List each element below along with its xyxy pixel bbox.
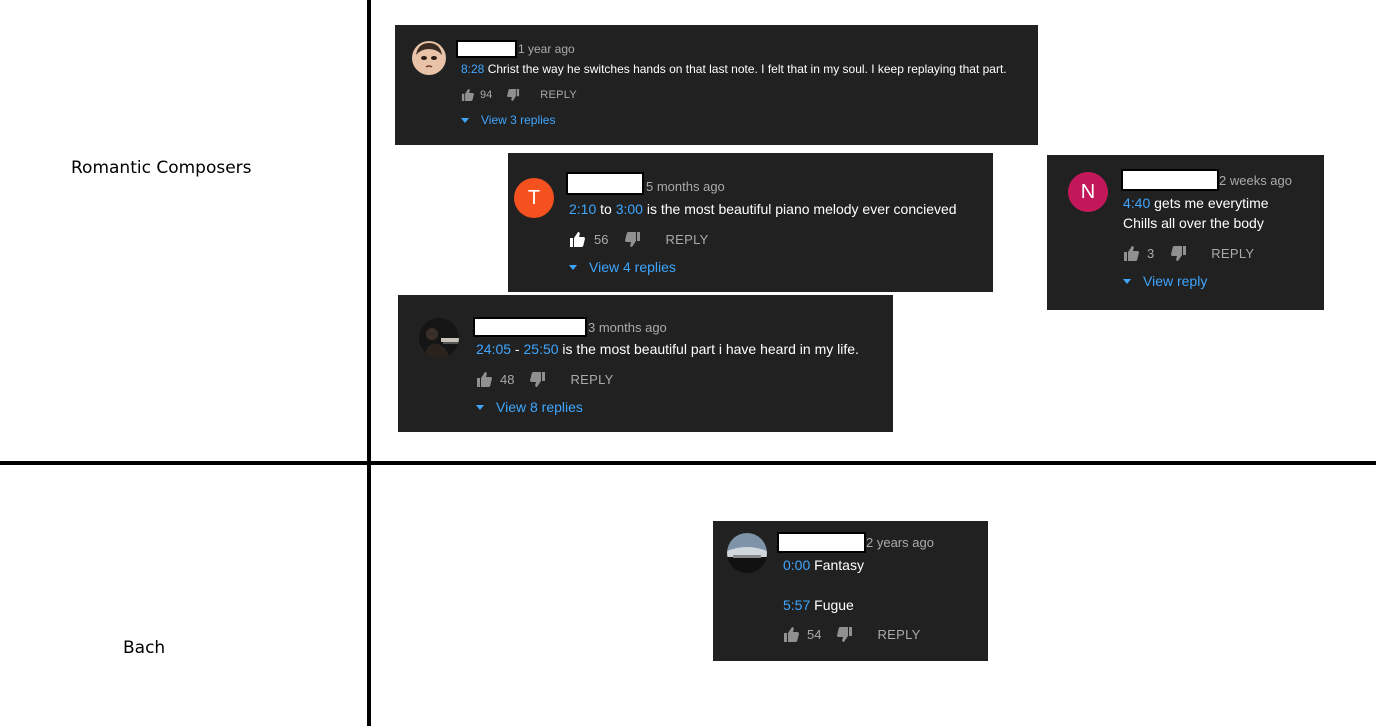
like-count: 56 bbox=[594, 232, 609, 247]
comment-time: 2 weeks ago bbox=[1219, 173, 1292, 188]
thumbs-up-icon[interactable] bbox=[569, 232, 585, 247]
reply-button[interactable]: REPLY bbox=[665, 232, 708, 247]
reply-button[interactable]: REPLY bbox=[570, 372, 613, 387]
like-count: 48 bbox=[500, 372, 515, 387]
comment-text: 0:00 Fantasy bbox=[783, 557, 864, 573]
comment-card: N 2 weeks ago 4:40 gets me everytime Chi… bbox=[1047, 155, 1324, 310]
caret-down-icon bbox=[476, 404, 484, 410]
redacted-username bbox=[473, 317, 587, 337]
like-count: 94 bbox=[480, 89, 493, 101]
timestamp-link[interactable]: 0:00 bbox=[783, 557, 810, 573]
comment-card: T 5 months ago 2:10 to 3:00 is the most … bbox=[508, 153, 993, 292]
view-replies-button[interactable]: View reply bbox=[1123, 273, 1207, 289]
redacted-username bbox=[777, 532, 866, 553]
thumbs-down-icon[interactable] bbox=[530, 372, 546, 387]
thumbs-down-icon[interactable] bbox=[837, 627, 853, 642]
comment-card: 3 months ago 24:05 - 25:50 is the most b… bbox=[398, 295, 893, 432]
thumbs-down-icon[interactable] bbox=[1171, 246, 1187, 261]
comment-time: 2 years ago bbox=[866, 535, 934, 550]
thumbs-up-icon[interactable] bbox=[461, 89, 474, 101]
row-label-romantic: Romantic Composers bbox=[71, 158, 252, 178]
redacted-username bbox=[1121, 169, 1219, 191]
vertical-divider bbox=[367, 0, 371, 726]
view-replies-button[interactable]: View 8 replies bbox=[476, 399, 583, 415]
like-count: 54 bbox=[807, 627, 822, 642]
view-replies-button[interactable]: View 4 replies bbox=[569, 259, 676, 275]
thumbs-down-icon[interactable] bbox=[625, 232, 641, 247]
redacted-username bbox=[566, 172, 644, 195]
horizontal-divider bbox=[0, 461, 1376, 465]
comment-actions: 54 REPLY bbox=[783, 627, 921, 642]
comment-card: 2 years ago 0:00 Fantasy 5:57 Fugue 54 R… bbox=[713, 521, 988, 661]
timestamp-link[interactable]: 8:28 bbox=[461, 62, 484, 76]
thumbs-up-icon[interactable] bbox=[476, 372, 492, 387]
reply-button[interactable]: REPLY bbox=[1211, 246, 1254, 261]
thumbs-up-icon[interactable] bbox=[783, 627, 799, 642]
reply-button[interactable]: REPLY bbox=[540, 89, 577, 101]
comment-card: 1 year ago 8:28 Christ the way he switch… bbox=[395, 25, 1038, 145]
comment-time: 1 year ago bbox=[518, 42, 575, 56]
comment-text: 24:05 - 25:50 is the most beautiful part… bbox=[476, 341, 859, 357]
avatar[interactable] bbox=[412, 41, 446, 75]
comment-text-line-2: Chills all over the body bbox=[1123, 215, 1264, 231]
avatar[interactable] bbox=[727, 533, 767, 573]
caret-down-icon bbox=[569, 264, 577, 270]
reply-button[interactable]: REPLY bbox=[877, 627, 920, 642]
avatar[interactable] bbox=[419, 318, 459, 358]
redacted-username bbox=[456, 40, 517, 58]
comment-actions: 94 REPLY bbox=[461, 89, 577, 101]
comment-time: 3 months ago bbox=[588, 320, 667, 335]
avatar[interactable]: N bbox=[1068, 172, 1108, 212]
view-replies-button[interactable]: View 3 replies bbox=[461, 113, 555, 127]
timestamp-link[interactable]: 3:00 bbox=[616, 201, 643, 217]
comment-actions: 48 REPLY bbox=[476, 372, 614, 387]
comment-time: 5 months ago bbox=[646, 179, 725, 194]
comment-text: 4:40 gets me everytime bbox=[1123, 195, 1269, 211]
like-count: 3 bbox=[1147, 246, 1155, 261]
timestamp-link[interactable]: 5:57 bbox=[783, 597, 810, 613]
avatar[interactable]: T bbox=[514, 178, 554, 218]
caret-down-icon bbox=[461, 117, 469, 123]
thumbs-up-icon[interactable] bbox=[1123, 246, 1139, 261]
comment-text: 8:28 Christ the way he switches hands on… bbox=[461, 62, 1007, 76]
comment-text: 2:10 to 3:00 is the most beautiful piano… bbox=[569, 201, 957, 217]
thumbs-down-icon[interactable] bbox=[507, 89, 520, 101]
comment-text-line-2: 5:57 Fugue bbox=[783, 597, 854, 613]
timestamp-link[interactable]: 2:10 bbox=[569, 201, 596, 217]
comment-actions: 56 REPLY bbox=[569, 232, 709, 247]
caret-down-icon bbox=[1123, 278, 1131, 284]
row-label-bach: Bach bbox=[123, 638, 166, 658]
comment-actions: 3 REPLY bbox=[1123, 246, 1254, 261]
timestamp-link[interactable]: 24:05 bbox=[476, 341, 511, 357]
timestamp-link[interactable]: 4:40 bbox=[1123, 195, 1150, 211]
timestamp-link[interactable]: 25:50 bbox=[524, 341, 559, 357]
